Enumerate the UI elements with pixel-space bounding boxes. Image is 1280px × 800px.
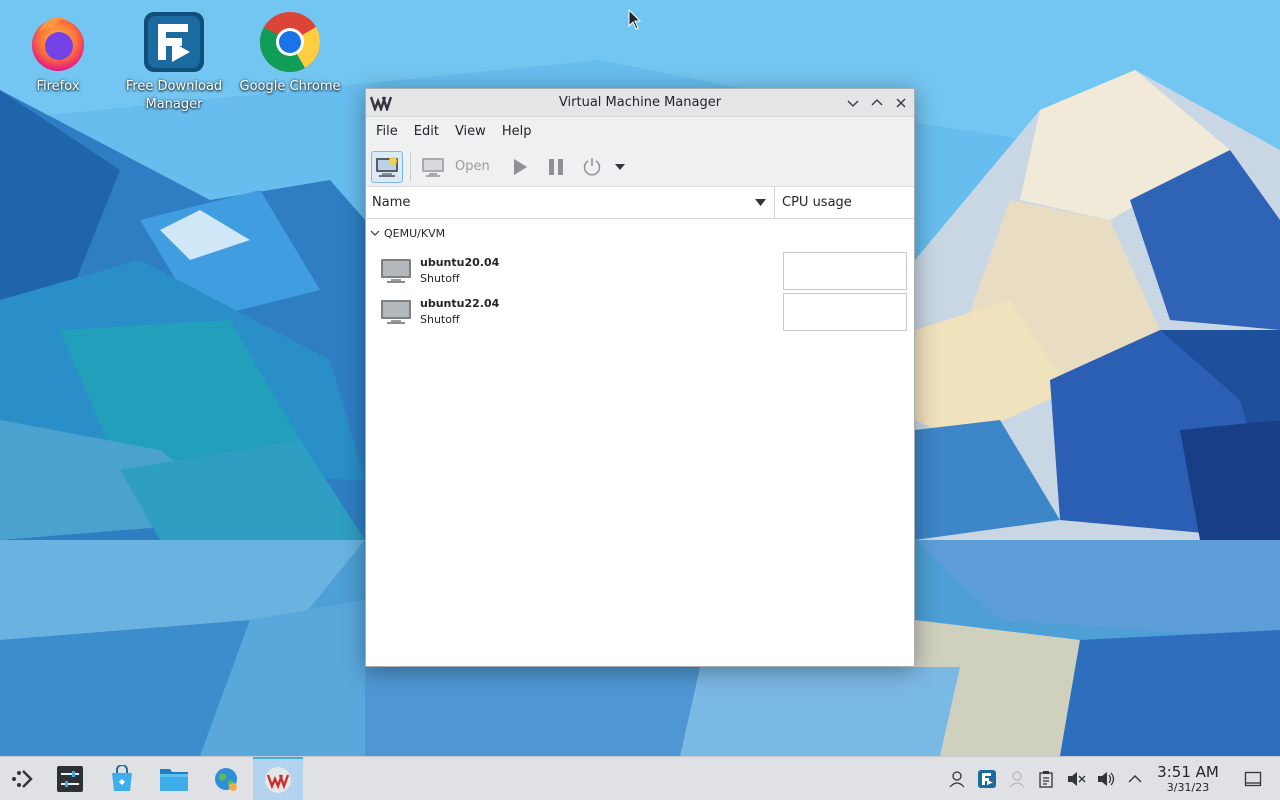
toolbar: Open [366, 147, 914, 187]
volume-icon[interactable] [1095, 768, 1117, 790]
pause-button[interactable] [538, 151, 574, 183]
discover-store-icon[interactable] [97, 757, 147, 800]
digital-clock[interactable]: 3:51 AM 3/31/23 [1152, 764, 1224, 795]
desktop-icon-label: Google Chrome [239, 79, 341, 94]
dropdown-arrow-icon [614, 163, 625, 170]
column-name-label: Name [372, 195, 411, 210]
toolbar-separator [410, 152, 411, 181]
clock-date: 3/31/23 [1166, 781, 1210, 794]
connection-label: QEMU/KVM [384, 226, 446, 240]
play-icon [513, 158, 527, 175]
clock-time: 3:51 AM [1157, 763, 1219, 781]
free-download-manager-icon [142, 10, 206, 74]
connection-group-row[interactable]: QEMU/KVM [366, 223, 445, 243]
system-settings-icon[interactable] [45, 757, 95, 800]
window-title: Virtual Machine Manager [558, 95, 722, 110]
firefox-icon [26, 10, 90, 74]
dolphin-files-icon[interactable] [149, 757, 199, 800]
clipboard-icon[interactable] [1035, 768, 1057, 790]
vm-row-ubuntu20-04[interactable]: ubuntu20.04 Shutoff [366, 250, 914, 291]
virt-manager-app-icon [369, 95, 393, 113]
expand-tray-icon[interactable] [1124, 768, 1146, 790]
chevron-down-icon[interactable] [366, 230, 384, 236]
new-vm-icon [376, 156, 398, 177]
desktop-icon-firefox[interactable]: Firefox [0, 4, 116, 96]
virt-manager-task[interactable] [253, 757, 303, 800]
virt-manager-icon [265, 767, 291, 793]
shutdown-button[interactable] [574, 151, 610, 183]
google-chrome-icon [258, 10, 322, 74]
show-desktop-icon[interactable] [1242, 768, 1264, 790]
window-titlebar[interactable]: Virtual Machine Manager [366, 89, 914, 117]
desktop-icon-label: Free Download Manager [125, 79, 223, 112]
maximize-button[interactable] [867, 93, 887, 113]
column-header-cpu-usage[interactable]: CPU usage [775, 187, 914, 218]
monitor-icon [422, 157, 444, 177]
cpu-usage-graph [783, 252, 907, 290]
vm-status: Shutoff [420, 272, 460, 285]
menu-file[interactable]: File [368, 117, 406, 147]
vm-status: Shutoff [420, 313, 460, 326]
run-button[interactable] [502, 151, 538, 183]
shutdown-menu-dropdown[interactable] [610, 151, 630, 183]
user-icon[interactable] [946, 768, 968, 790]
vm-name: ubuntu22.04 [420, 297, 500, 310]
browser-globe-icon[interactable] [201, 757, 251, 800]
column-header-name[interactable]: Name [366, 187, 775, 218]
menu-edit[interactable]: Edit [406, 117, 447, 147]
taskbar: 3:51 AM 3/31/23 [0, 756, 1280, 800]
desktop-icon-label: Firefox [36, 79, 80, 94]
pause-icon [548, 158, 563, 175]
virtual-machine-manager-window: Virtual Machine Manager File Edit View H… [365, 88, 915, 667]
vm-monitor-icon [380, 299, 412, 325]
network-user-icon[interactable] [1006, 768, 1028, 790]
mouse-cursor-icon [628, 8, 642, 31]
vm-list-header: Name CPU usage [366, 187, 914, 219]
free-download-manager-tray-icon[interactable] [976, 768, 998, 790]
column-cpu-label: CPU usage [782, 195, 852, 210]
cpu-usage-graph [783, 293, 907, 331]
vm-name: ubuntu20.04 [420, 256, 500, 269]
open-button[interactable]: Open [417, 151, 494, 183]
new-vm-button[interactable] [371, 150, 403, 183]
vm-row-ubuntu22-04[interactable]: ubuntu22.04 Shutoff [366, 291, 914, 332]
menu-view[interactable]: View [447, 117, 494, 147]
open-button-label: Open [455, 159, 490, 174]
power-icon [583, 157, 600, 176]
menu-help[interactable]: Help [494, 117, 540, 147]
vm-monitor-icon [380, 258, 412, 284]
application-launcher-icon[interactable] [0, 757, 44, 800]
desktop-icon-google-chrome[interactable]: Google Chrome [232, 4, 348, 96]
menubar: File Edit View Help [366, 117, 914, 147]
volume-muted-icon[interactable] [1065, 768, 1087, 790]
desktop-icon-free-download-manager[interactable]: Free Download Manager [116, 4, 232, 114]
close-button[interactable] [891, 93, 911, 113]
vm-list: QEMU/KVM ubuntu20.04 Shutoff ubuntu22.04… [366, 219, 914, 665]
sort-arrow-icon [755, 199, 766, 206]
minimize-button[interactable] [843, 93, 863, 113]
